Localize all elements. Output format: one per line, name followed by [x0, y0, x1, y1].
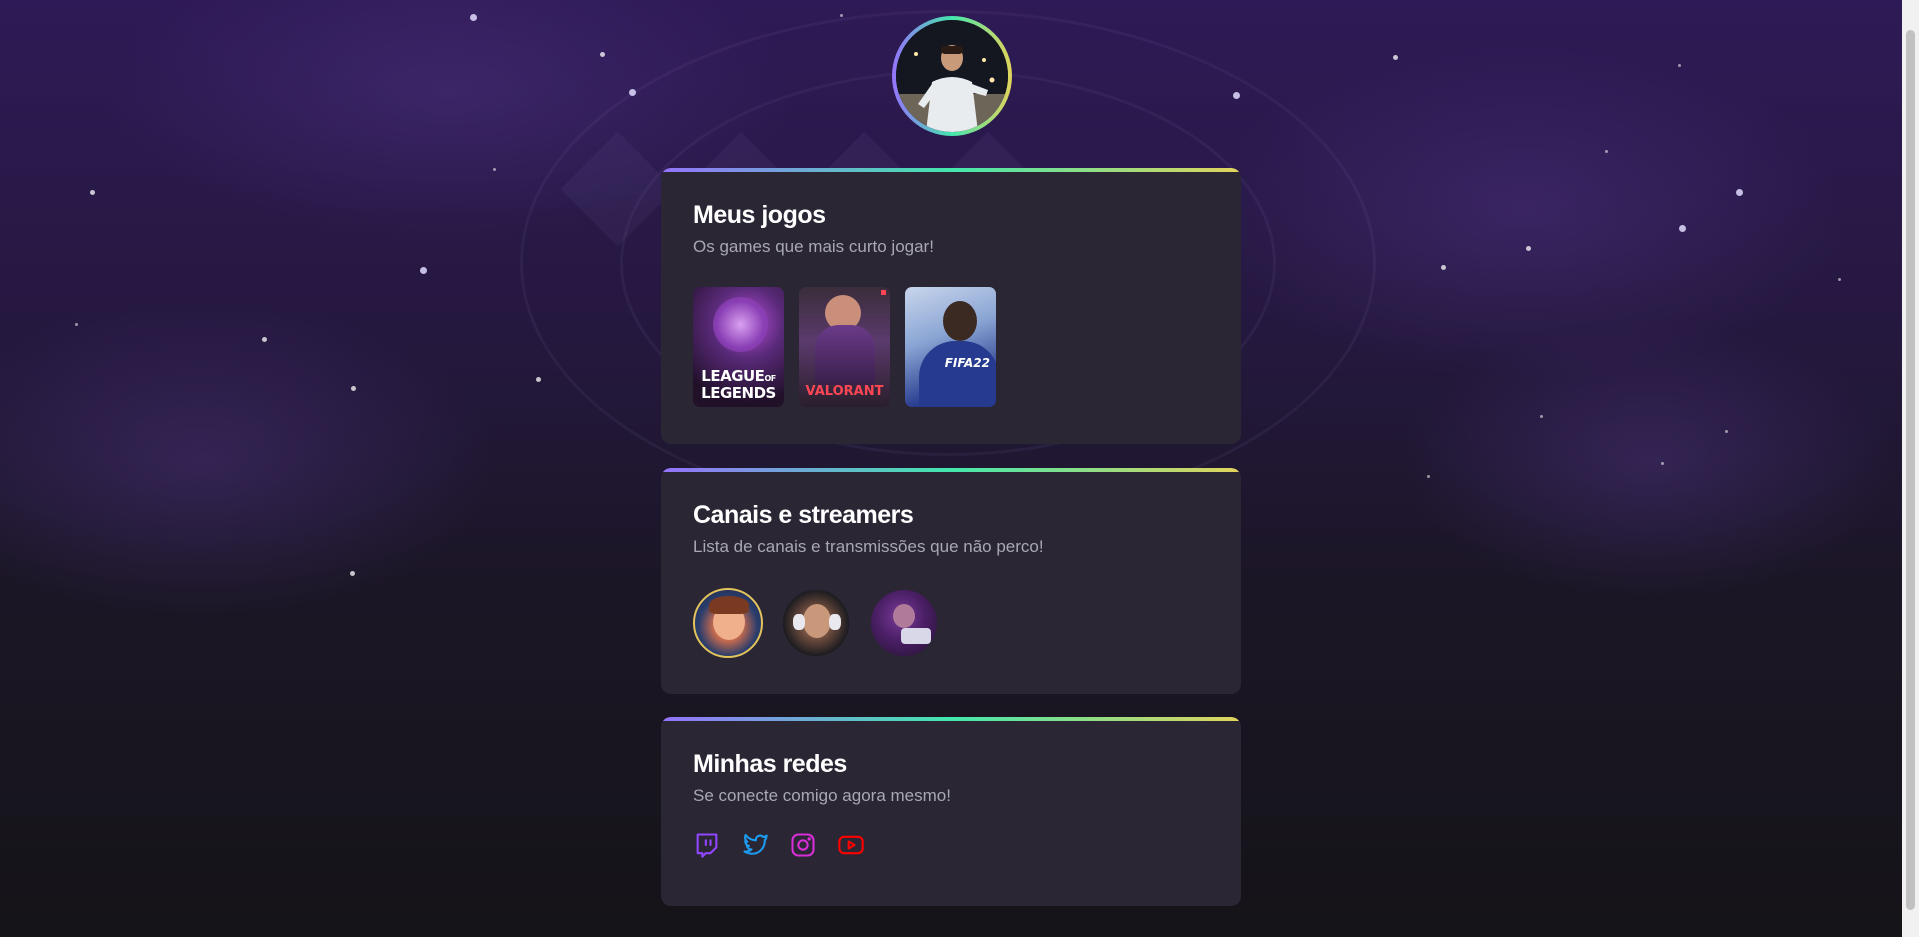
game-logo-valorant: VALORANT — [805, 384, 884, 399]
star — [1427, 475, 1430, 478]
instagram-link[interactable] — [789, 831, 817, 859]
star — [1661, 462, 1664, 465]
star — [1540, 415, 1543, 418]
youtube-link[interactable] — [837, 831, 865, 859]
instagram-icon — [791, 833, 815, 857]
game-league-of-legends[interactable]: LEAGUEOF LEGENDS — [693, 287, 784, 407]
star — [1838, 278, 1841, 281]
star — [90, 190, 95, 195]
stream-avatar-art — [829, 614, 841, 630]
star — [629, 89, 636, 96]
games-subtitle: Os games que mais curto jogar! — [693, 237, 934, 256]
star — [840, 14, 843, 17]
star — [600, 52, 605, 57]
streams-card: Canais e streamers Lista de canais e tra… — [661, 468, 1241, 694]
social-card: Minhas redes Se conecte comigo agora mes… — [661, 717, 1241, 906]
profile-avatar — [896, 20, 1008, 132]
stream-avatar-art — [793, 614, 805, 630]
star — [1679, 225, 1686, 232]
games-card: Meus jogos Os games que mais curto jogar… — [661, 168, 1241, 444]
game-art — [943, 301, 977, 341]
stream-avatar-art — [901, 628, 931, 644]
star — [1736, 189, 1743, 196]
games-list: LEAGUEOF LEGENDS VALORANT FIFA22 — [693, 287, 1209, 407]
profile-avatar-ring — [892, 16, 1012, 136]
star — [262, 337, 267, 342]
star — [1605, 150, 1608, 153]
star — [1441, 265, 1446, 270]
star — [75, 323, 78, 326]
scrollbar-thumb[interactable] — [1906, 30, 1915, 910]
star — [350, 571, 355, 576]
streams-title: Canais e streamers — [693, 501, 914, 529]
star — [351, 386, 356, 391]
twitter-icon — [743, 833, 768, 855]
social-subtitle: Se conecte comigo agora mesmo! — [693, 786, 951, 805]
star — [536, 377, 541, 382]
game-fifa-22[interactable]: FIFA22 — [905, 287, 996, 407]
social-list — [693, 831, 1209, 859]
stream-avatar-art — [709, 596, 749, 614]
page-scrollbar[interactable] — [1902, 0, 1919, 937]
background-swirl — [0, 300, 500, 620]
background-swirl — [1400, 320, 1900, 600]
game-logo-lol: LEAGUEOF LEGENDS — [701, 367, 776, 402]
twitch-icon — [696, 833, 718, 858]
star — [1526, 246, 1531, 251]
twitch-link[interactable] — [693, 831, 721, 859]
star — [493, 168, 496, 171]
star — [470, 14, 477, 21]
streams-list — [693, 588, 1209, 658]
star — [1725, 430, 1728, 433]
twitter-link[interactable] — [741, 831, 769, 859]
background-swirl — [1200, 40, 1850, 380]
game-valorant[interactable]: VALORANT — [799, 287, 890, 407]
game-logo-fifa: FIFA22 — [944, 356, 990, 370]
game-art — [713, 297, 768, 352]
streams-subtitle: Lista de canais e transmissões que não p… — [693, 537, 1044, 556]
profile-avatar-image — [896, 20, 1008, 132]
star — [1233, 92, 1240, 99]
stream-channel-1[interactable] — [693, 588, 763, 658]
stream-channel-3[interactable] — [869, 588, 939, 658]
star — [420, 267, 427, 274]
star — [1678, 64, 1681, 67]
stream-avatar-art — [893, 604, 915, 628]
game-badge — [881, 290, 886, 295]
stream-avatar-art — [803, 604, 831, 638]
youtube-icon — [838, 835, 864, 855]
social-title: Minhas redes — [693, 750, 847, 778]
game-art — [815, 325, 875, 385]
stream-channel-2[interactable] — [781, 588, 851, 658]
star — [1393, 55, 1398, 60]
games-title: Meus jogos — [693, 201, 826, 229]
game-art — [919, 341, 996, 407]
